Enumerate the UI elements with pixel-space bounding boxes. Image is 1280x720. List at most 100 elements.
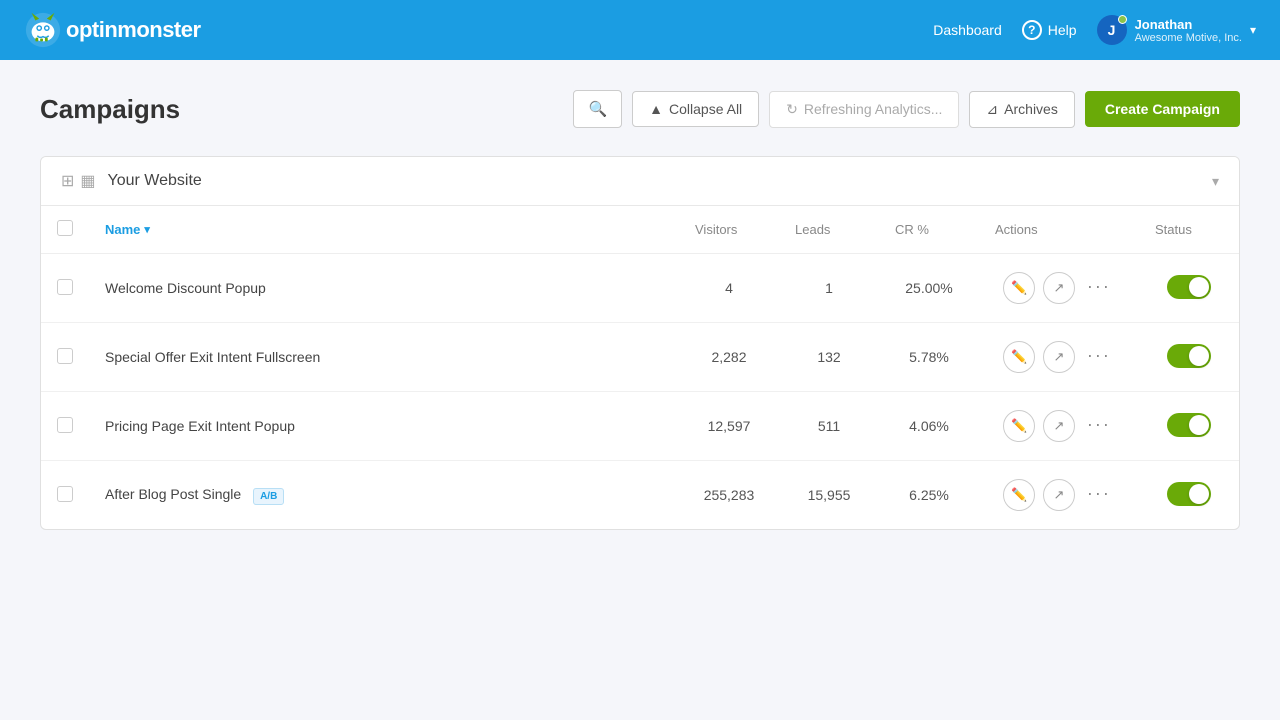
- more-button[interactable]: ···: [1081, 272, 1117, 301]
- more-button[interactable]: ···: [1081, 341, 1117, 370]
- table-row: Pricing Page Exit Intent Popup 12,597 51…: [41, 392, 1239, 461]
- collapse-icon: ▲: [649, 101, 663, 117]
- more-button[interactable]: ···: [1081, 410, 1117, 439]
- row-leads-cell: 511: [779, 392, 879, 461]
- header-status-col: Status: [1139, 206, 1239, 254]
- row-checkbox-cell: [41, 392, 89, 461]
- page-title: Campaigns: [40, 94, 561, 125]
- campaign-container: ⊞ ▦ Your Website ▾ Name ▾: [40, 156, 1240, 530]
- row-leads-cell: 1: [779, 254, 879, 323]
- select-all-checkbox[interactable]: [57, 220, 73, 236]
- help-label: Help: [1048, 22, 1077, 38]
- page-header: Campaigns 🔍 ▲ Collapse All ↻ Refreshing …: [40, 90, 1240, 128]
- table-row: After Blog Post Single A/B 255,283 15,95…: [41, 461, 1239, 530]
- row-checkbox-cell: [41, 254, 89, 323]
- logo[interactable]: optinmonster: [24, 11, 201, 49]
- row-name-cell: Welcome Discount Popup: [89, 254, 679, 323]
- user-info: Jonathan Awesome Motive, Inc.: [1135, 17, 1242, 44]
- row-checkbox-cell: [41, 461, 89, 530]
- status-toggle[interactable]: [1167, 344, 1211, 368]
- name-col-label: Name: [105, 222, 140, 237]
- row-checkbox[interactable]: [57, 417, 73, 433]
- logo-icon: [24, 11, 62, 49]
- row-name-cell: Pricing Page Exit Intent Popup: [89, 392, 679, 461]
- row-leads-cell: 15,955: [779, 461, 879, 530]
- help-button[interactable]: ? Help: [1022, 20, 1077, 40]
- row-status-cell: [1139, 323, 1239, 392]
- more-button[interactable]: ···: [1081, 479, 1117, 508]
- header-actions-col: Actions: [979, 206, 1139, 254]
- header-name-col[interactable]: Name ▾: [89, 206, 679, 254]
- archives-button[interactable]: ⊿ Archives: [969, 91, 1074, 128]
- row-checkbox[interactable]: [57, 486, 73, 502]
- row-cr-cell: 6.25%: [879, 461, 979, 530]
- help-icon: ?: [1022, 20, 1042, 40]
- user-menu[interactable]: J Jonathan Awesome Motive, Inc. ▾: [1097, 15, 1256, 45]
- status-toggle[interactable]: [1167, 482, 1211, 506]
- status-toggle[interactable]: [1167, 275, 1211, 299]
- row-checkbox-cell: [41, 323, 89, 392]
- row-status-cell: [1139, 461, 1239, 530]
- dashboard-link[interactable]: Dashboard: [933, 22, 1002, 38]
- table-header-row: Name ▾ Visitors Leads CR % Actions Statu…: [41, 206, 1239, 254]
- campaign-name: Pricing Page Exit Intent Popup: [105, 418, 295, 434]
- header-right: Dashboard ? Help J Jonathan Awesome Moti…: [933, 15, 1256, 45]
- toolbar: 🔍 ▲ Collapse All ↻ Refreshing Analytics.…: [573, 90, 1240, 128]
- edit-button[interactable]: ✏️: [1003, 479, 1035, 511]
- avatar: J: [1097, 15, 1127, 45]
- row-cr-cell: 5.78%: [879, 323, 979, 392]
- header-visitors-col: Visitors: [679, 206, 779, 254]
- sort-icon: ▾: [144, 223, 150, 236]
- row-visitors-cell: 2,282: [679, 323, 779, 392]
- row-status-cell: [1139, 392, 1239, 461]
- row-name-cell: Special Offer Exit Intent Fullscreen: [89, 323, 679, 392]
- row-actions-cell: ✏️ ↗ ···: [979, 254, 1139, 323]
- table-row: Welcome Discount Popup 4 1 25.00% ✏️ ↗ ·…: [41, 254, 1239, 323]
- row-actions-cell: ✏️ ↗ ···: [979, 323, 1139, 392]
- group-icons: ⊞ ▦: [61, 171, 96, 191]
- analytics-button[interactable]: ↗: [1043, 272, 1075, 304]
- refresh-icon: ↻: [786, 101, 798, 118]
- row-visitors-cell: 255,283: [679, 461, 779, 530]
- row-actions-cell: ✏️ ↗ ···: [979, 392, 1139, 461]
- row-visitors-cell: 12,597: [679, 392, 779, 461]
- row-actions-cell: ✏️ ↗ ···: [979, 461, 1139, 530]
- header-checkbox-col: [41, 206, 89, 254]
- campaign-name: After Blog Post Single: [105, 486, 241, 502]
- row-cr-cell: 4.06%: [879, 392, 979, 461]
- collapse-all-button[interactable]: ▲ Collapse All: [632, 91, 759, 127]
- edit-button[interactable]: ✏️: [1003, 341, 1035, 373]
- user-company: Awesome Motive, Inc.: [1135, 32, 1242, 44]
- status-toggle[interactable]: [1167, 413, 1211, 437]
- row-checkbox[interactable]: [57, 348, 73, 364]
- edit-button[interactable]: ✏️: [1003, 272, 1035, 304]
- table-row: Special Offer Exit Intent Fullscreen 2,2…: [41, 323, 1239, 392]
- header: optinmonster Dashboard ? Help J Jonathan…: [0, 0, 1280, 60]
- chevron-down-icon: ▾: [1250, 23, 1256, 37]
- search-button[interactable]: 🔍: [573, 90, 622, 128]
- refreshing-label: Refreshing Analytics...: [804, 101, 943, 117]
- analytics-button[interactable]: ↗: [1043, 341, 1075, 373]
- campaign-name: Welcome Discount Popup: [105, 280, 266, 296]
- user-name: Jonathan: [1135, 17, 1242, 32]
- create-campaign-button[interactable]: Create Campaign: [1085, 91, 1240, 127]
- row-visitors-cell: 4: [679, 254, 779, 323]
- campaigns-table: Name ▾ Visitors Leads CR % Actions Statu…: [41, 206, 1239, 529]
- online-dot: [1118, 15, 1127, 24]
- row-checkbox[interactable]: [57, 279, 73, 295]
- row-name-cell: After Blog Post Single A/B: [89, 461, 679, 530]
- table-icon: ▦: [80, 171, 95, 191]
- campaign-name: Special Offer Exit Intent Fullscreen: [105, 349, 320, 365]
- logo-text: optinmonster: [66, 17, 201, 43]
- main-content: Campaigns 🔍 ▲ Collapse All ↻ Refreshing …: [0, 60, 1280, 560]
- edit-button[interactable]: ✏️: [1003, 410, 1035, 442]
- row-leads-cell: 132: [779, 323, 879, 392]
- collapse-all-label: Collapse All: [669, 101, 742, 117]
- grid-icon: ⊞: [61, 171, 74, 191]
- analytics-button[interactable]: ↗: [1043, 479, 1075, 511]
- analytics-button[interactable]: ↗: [1043, 410, 1075, 442]
- refreshing-analytics-button[interactable]: ↻ Refreshing Analytics...: [769, 91, 959, 128]
- campaign-group-header[interactable]: ⊞ ▦ Your Website ▾: [41, 157, 1239, 206]
- search-icon: 🔍: [588, 100, 607, 118]
- group-title: Your Website: [108, 172, 1200, 190]
